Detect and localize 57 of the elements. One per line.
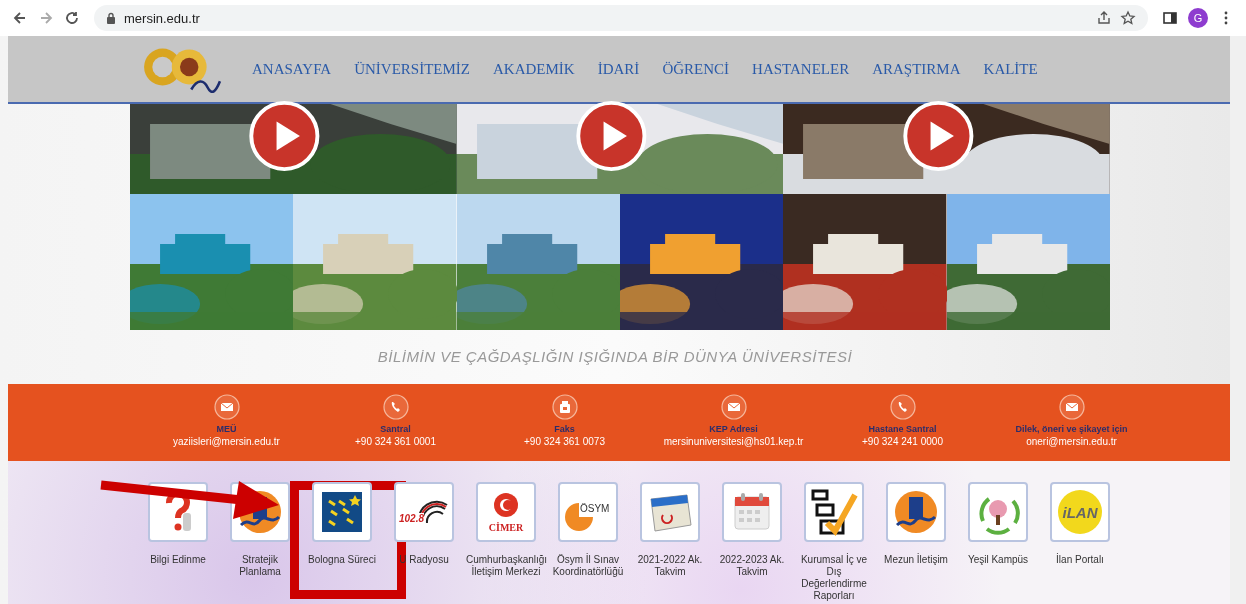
fax-icon [551,394,578,420]
play-button[interactable] [248,100,321,172]
nav-link[interactable]: İDARİ [597,60,640,78]
link-label[interactable]: İlan Portalı [1040,554,1120,566]
play-button[interactable] [902,100,975,172]
nav-link[interactable]: AKADEMİK [493,60,575,78]
star-icon[interactable] [1120,10,1136,26]
link-tile[interactable] [312,482,372,542]
link-tile[interactable] [640,482,700,542]
link-tile[interactable] [804,482,864,542]
contact-value: +90 324 361 0073 [524,436,605,447]
link-label[interactable]: Yeşil Kampüs [958,554,1038,566]
contact-value: mersinuniversitesi@hs01.kep.tr [663,436,804,447]
link-label[interactable]: Bologna Süreci [302,554,382,566]
nav-link[interactable]: ANASAYFA [252,60,332,78]
lock-icon [106,12,116,24]
url-text: mersin.edu.tr [124,10,200,26]
nav-link[interactable]: KALİTE [983,60,1038,78]
checklist-icon [809,487,859,537]
contact-label: Faks [554,424,575,434]
link-tile[interactable] [886,482,946,542]
contact-label: Dilek, öneri ve şikayet için [1015,424,1128,434]
phone-icon [382,394,409,420]
profile-avatar[interactable]: G [1188,8,1208,28]
back-icon[interactable] [12,10,28,26]
contact-value: +90 324 241 0000 [862,436,943,447]
link-label[interactable]: 2021-2022 Ak. Takvim [630,554,710,578]
contact-label: Hastane Santral [868,424,937,434]
contact-label: KEP Adresi [709,424,758,434]
side-panel-icon[interactable] [1162,10,1178,26]
link-tile[interactable] [722,482,782,542]
link-label[interactable]: 2022-2023 Ak. Takvim [712,554,792,578]
link-label[interactable]: Kurumsal İç ve Dış Değerlendirme Raporları [794,554,874,602]
contact-value: oneri@mersin.edu.tr [1026,436,1117,447]
phone-icon [889,394,916,420]
link-label[interactable]: Ösym İl Sınav Koordinatörlüğü [548,554,628,578]
nav-link[interactable]: ÖĞRENCİ [662,60,730,78]
nav-link[interactable]: ARAŞTIRMA [872,60,961,78]
link-tile[interactable] [968,482,1028,542]
nav-link[interactable]: ÜNİVERSİTEMİZ [354,60,471,78]
reload-icon[interactable] [64,10,80,26]
contact-value: yaziisleri@mersin.edu.tr [173,436,280,447]
mail-icon [1058,394,1085,420]
mail-icon [213,394,240,420]
link-label[interactable]: Stratejik Planlama [220,554,300,578]
contact-label: MEÜ [216,424,237,434]
link-label[interactable]: Cumhurbaşkanlığı İletişim Merkezi [466,554,546,578]
link-label[interactable]: U Radyosu [384,554,464,566]
mail-icon [720,394,747,420]
share-icon[interactable] [1096,10,1112,26]
slogan-text: BİLİMİN VE ÇAĞDAŞLIĞIN IŞIĞINDA BİR DÜNYA ÜNİVERSİTESİ [377,348,853,367]
link-label[interactable]: Bilgi Edinme [138,554,218,566]
contact-value: +90 324 361 0001 [355,436,436,447]
nav-link[interactable]: HASTANELER [752,60,850,78]
address-bar[interactable]: mersin.edu.tr [94,5,1148,31]
link-label[interactable]: Mezun İletişim [876,554,956,566]
contact-label: Santral [380,424,411,434]
